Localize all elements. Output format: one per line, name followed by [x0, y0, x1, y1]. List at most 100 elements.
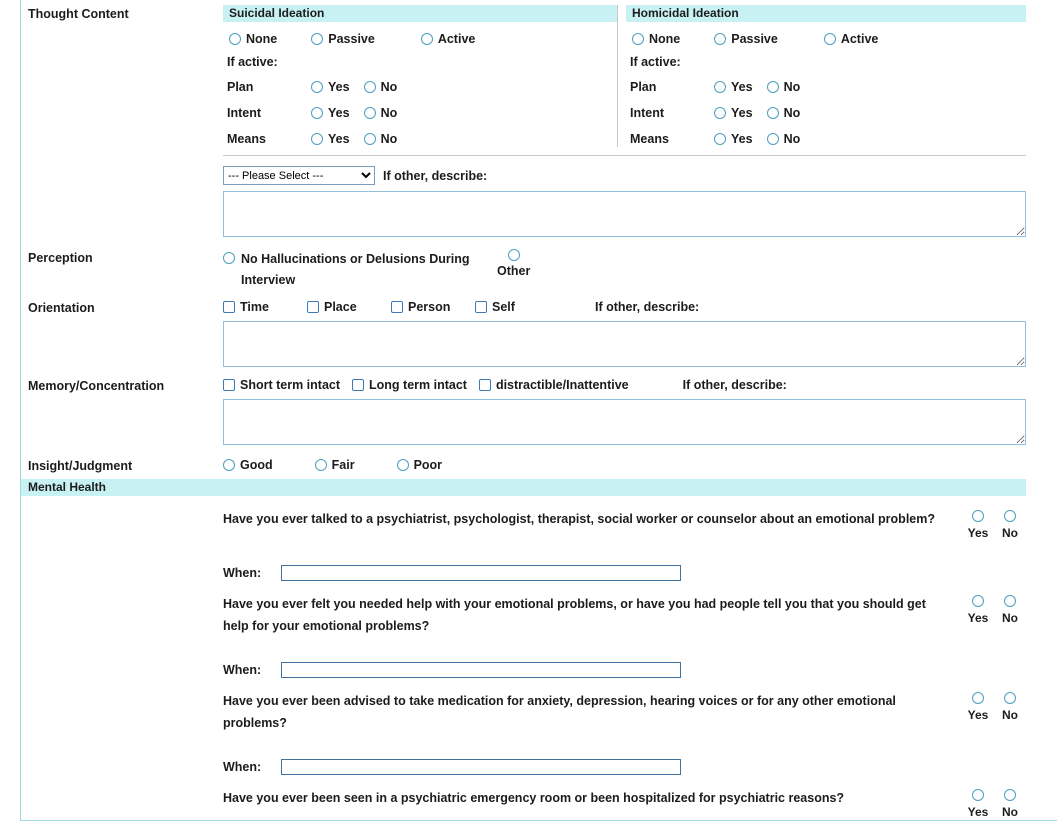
- memory-label: Memory/Concentration: [28, 377, 223, 393]
- homicidal-passive-label: Passive: [731, 32, 778, 46]
- orientation-person-label: Person: [408, 300, 450, 314]
- suicidal-means-label: Means: [227, 132, 311, 146]
- homicidal-none-label: None: [649, 32, 680, 46]
- mh-q2-no-radio[interactable]: [1004, 595, 1016, 607]
- yes-label: Yes: [968, 805, 989, 819]
- suicidal-active-radio[interactable]: [421, 33, 433, 45]
- yes-label: Yes: [328, 80, 350, 94]
- no-label: No: [1002, 526, 1018, 540]
- insight-fair-label: Fair: [332, 458, 355, 472]
- no-hallucinations-label: No Hallucinations or Delusions During In…: [241, 249, 475, 291]
- no-label: No: [784, 132, 801, 146]
- insight-good-radio[interactable]: [223, 459, 235, 471]
- orientation-row: Orientation Time Place Person Self If ot…: [28, 299, 1026, 367]
- mh-q1-no-radio[interactable]: [1004, 510, 1016, 522]
- orientation-place-checkbox[interactable]: [307, 301, 319, 313]
- orientation-label: Orientation: [28, 299, 223, 315]
- long-term-intact-checkbox[interactable]: [352, 379, 364, 391]
- suicidal-intent-row: Intent Yes No: [223, 105, 617, 121]
- homicidal-none-radio[interactable]: [632, 33, 644, 45]
- long-term-intact-label: Long term intact: [369, 378, 467, 392]
- suicidal-ideation-panel: Suicidal Ideation None Passive Active If…: [223, 5, 618, 147]
- suicidal-if-active-label: If active:: [223, 55, 617, 69]
- homicidal-means-row: Means Yes No: [626, 131, 1026, 147]
- mh-yes-no-block: Yes No: [962, 787, 1026, 819]
- if-other-label: If other, describe:: [595, 300, 699, 314]
- thought-content-select[interactable]: --- Please Select ---: [223, 166, 375, 185]
- suicidal-plan-row: Plan Yes No: [223, 79, 617, 95]
- insight-poor-radio[interactable]: [397, 459, 409, 471]
- mh-question-row: Have you ever been seen in a psychiatric…: [28, 787, 1026, 819]
- suicidal-ideation-header: Suicidal Ideation: [223, 5, 617, 22]
- suicidal-passive-radio[interactable]: [311, 33, 323, 45]
- mh-yes-no-block: Yes No: [962, 690, 1026, 722]
- mh-q2-when-input[interactable]: [281, 662, 681, 678]
- yes-label: Yes: [328, 106, 350, 120]
- distractible-checkbox[interactable]: [479, 379, 491, 391]
- homicidal-plan-yes-radio[interactable]: [714, 81, 726, 93]
- suicidal-intent-no-radio[interactable]: [364, 107, 376, 119]
- no-label: No: [784, 106, 801, 120]
- homicidal-intent-label: Intent: [630, 106, 714, 120]
- homicidal-active-radio[interactable]: [824, 33, 836, 45]
- mh-q1-when-input[interactable]: [281, 565, 681, 581]
- mh-question-text: Have you ever talked to a psychiatrist, …: [223, 508, 962, 530]
- yes-label: Yes: [731, 80, 753, 94]
- mh-question-text: Have you ever been advised to take medic…: [223, 690, 962, 734]
- suicidal-plan-label: Plan: [227, 80, 311, 94]
- suicidal-plan-yes-radio[interactable]: [311, 81, 323, 93]
- no-label: No: [1002, 708, 1018, 722]
- mh-q2-yes-radio[interactable]: [972, 595, 984, 607]
- short-term-intact-checkbox[interactable]: [223, 379, 235, 391]
- thought-content-label: Thought Content: [28, 5, 223, 21]
- memory-body: Short term intact Long term intact distr…: [223, 377, 1026, 445]
- mh-q4-no-radio[interactable]: [1004, 789, 1016, 801]
- suicidal-plan-no-radio[interactable]: [364, 81, 376, 93]
- homicidal-intent-no-radio[interactable]: [767, 107, 779, 119]
- suicidal-means-no-radio[interactable]: [364, 133, 376, 145]
- mh-yes-no-block: Yes No: [962, 508, 1026, 540]
- yes-label: Yes: [328, 132, 350, 146]
- perception-other-radio[interactable]: [508, 249, 520, 261]
- if-other-label: If other, describe:: [683, 378, 787, 392]
- orientation-describe-textarea[interactable]: [223, 321, 1026, 367]
- mh-q1-yes-radio[interactable]: [972, 510, 984, 522]
- mh-q3-when-input[interactable]: [281, 759, 681, 775]
- perception-label: Perception: [28, 249, 223, 265]
- no-hallucinations-radio[interactable]: [223, 252, 235, 264]
- insight-good-label: Good: [240, 458, 273, 472]
- homicidal-severity-options: None Passive Active: [626, 32, 1026, 46]
- homicidal-plan-no-radio[interactable]: [767, 81, 779, 93]
- thought-content-body: Suicidal Ideation None Passive Active If…: [223, 5, 1026, 237]
- homicidal-intent-yes-radio[interactable]: [714, 107, 726, 119]
- homicidal-passive-radio[interactable]: [714, 33, 726, 45]
- suicidal-none-radio[interactable]: [229, 33, 241, 45]
- mh-q4-yes-radio[interactable]: [972, 789, 984, 801]
- orientation-person-checkbox[interactable]: [391, 301, 403, 313]
- mh-q3-no-radio[interactable]: [1004, 692, 1016, 704]
- orientation-time-label: Time: [240, 300, 269, 314]
- memory-describe-textarea[interactable]: [223, 399, 1026, 445]
- thought-content-describe-textarea[interactable]: [223, 191, 1026, 237]
- no-label: No: [381, 106, 398, 120]
- mh-q3-yes-radio[interactable]: [972, 692, 984, 704]
- suicidal-intent-label: Intent: [227, 106, 311, 120]
- mental-status-exam-form: Thought Content Suicidal Ideation None P…: [20, 0, 1057, 821]
- suicidal-intent-yes-radio[interactable]: [311, 107, 323, 119]
- homicidal-means-yes-radio[interactable]: [714, 133, 726, 145]
- homicidal-means-no-radio[interactable]: [767, 133, 779, 145]
- mh-question-text: Have you ever been seen in a psychiatric…: [223, 787, 962, 809]
- mh-question-text: Have you ever felt you needed help with …: [223, 593, 962, 637]
- insight-fair-radio[interactable]: [315, 459, 327, 471]
- mh-question-row: Have you ever felt you needed help with …: [28, 593, 1026, 637]
- orientation-self-checkbox[interactable]: [475, 301, 487, 313]
- orientation-self-label: Self: [492, 300, 515, 314]
- orientation-time-checkbox[interactable]: [223, 301, 235, 313]
- mh-yes-no-block: Yes No: [962, 593, 1026, 625]
- perception-other-label: Other: [497, 264, 530, 278]
- yes-label: Yes: [968, 708, 989, 722]
- homicidal-plan-row: Plan Yes No: [626, 79, 1026, 95]
- thought-content-row: Thought Content Suicidal Ideation None P…: [28, 5, 1026, 237]
- no-label: No: [381, 80, 398, 94]
- suicidal-means-yes-radio[interactable]: [311, 133, 323, 145]
